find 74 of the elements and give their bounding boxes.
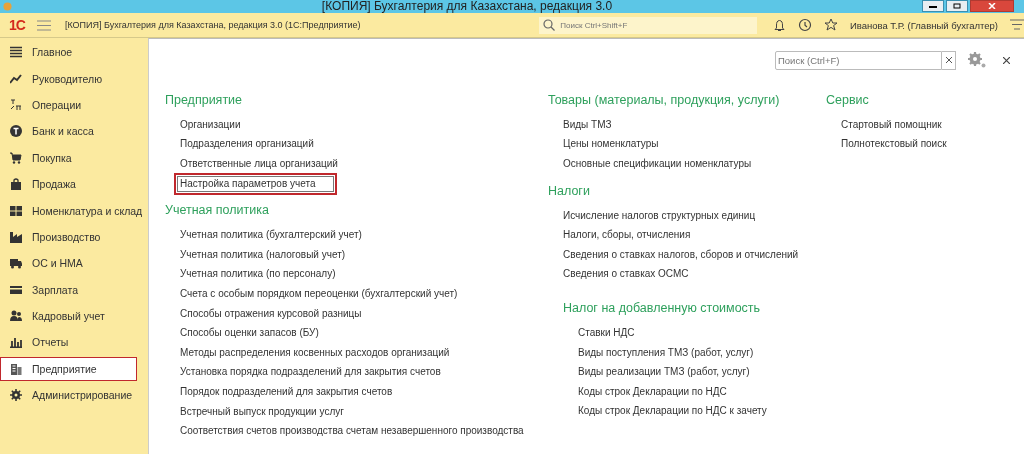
card-icon — [10, 283, 22, 296]
sidebar-item[interactable]: Банк и касса — [0, 119, 148, 144]
menu-link[interactable]: Цены номенклатуры — [557, 133, 681, 156]
section-heading: Товары (материалы, продукция, услуги) — [548, 93, 781, 109]
menu-link[interactable]: Встречный выпуск продукции услуг — [174, 400, 366, 423]
factory-icon — [10, 230, 22, 243]
menu-link[interactable]: Подразделения организаций — [174, 133, 336, 156]
menu-link[interactable]: Виды поступления ТМЗ (работ, услуг) — [572, 341, 776, 364]
menu-link[interactable]: Стартовый помощник — [835, 113, 964, 136]
menu-link[interactable]: Организации — [174, 113, 263, 136]
menu-link[interactable]: Сведения о ставках ОСМС — [557, 263, 711, 286]
truck-icon — [10, 257, 22, 270]
menu-link[interactable]: Исчисление налогов структурных единиц — [557, 204, 778, 227]
star-icon[interactable] — [823, 18, 838, 32]
sidebar-item[interactable]: Продажа — [0, 171, 148, 197]
ledger-icon — [10, 98, 22, 111]
app-title: [КОПИЯ] Бухгалтерия для Казахстана, редакция 3.0 (1С:Предприятие) — [64, 20, 362, 30]
bell-icon[interactable] — [772, 18, 786, 32]
clear-search-button[interactable] — [942, 50, 956, 70]
close-icon[interactable] — [1003, 56, 1010, 64]
sidebar-item[interactable]: Предприятие — [0, 356, 137, 382]
sidebar-item[interactable]: Главное — [0, 40, 148, 65]
menu-link[interactable]: Основные спецификации номенклатуры — [557, 153, 774, 175]
app-logo-icon — [3, 2, 12, 11]
sidebar-item[interactable]: Отчеты — [0, 330, 148, 355]
settings-icon[interactable] — [967, 51, 987, 69]
menu-link[interactable]: Ответственные лица организаций — [174, 153, 360, 175]
menu-link[interactable]: Соответствия счетов производства счетам незавершенного производства — [174, 420, 546, 443]
building-icon — [10, 362, 22, 375]
restore-icon — [953, 3, 961, 9]
list-icon — [10, 46, 22, 59]
grid-icon — [10, 204, 22, 217]
search-icon — [539, 16, 559, 34]
trend-icon — [10, 72, 22, 85]
bag-icon — [10, 178, 22, 191]
section-heading: Учетная политика — [165, 203, 270, 220]
logo: 1С — [9, 17, 25, 33]
sidebar-item[interactable]: Покупка — [0, 145, 148, 170]
people-icon — [10, 310, 22, 323]
sidebar-item[interactable]: Руководителю — [0, 66, 148, 91]
menu-link[interactable]: Способы отражения курсовой разницы — [174, 302, 384, 325]
sidebar-item[interactable]: Кадровый учет — [0, 303, 148, 329]
menu-icon[interactable] — [36, 19, 51, 31]
menu-icon[interactable] — [1010, 19, 1024, 31]
menu-link[interactable]: Ставки НДС — [572, 321, 657, 344]
bar-chart-icon — [10, 336, 22, 349]
menu-link[interactable]: Полнотекстовый поиск — [835, 133, 969, 156]
sidebar-item[interactable]: Производство — [0, 224, 148, 250]
sidebar-item[interactable]: Зарплата — [0, 277, 148, 302]
menu-link[interactable]: Коды строк Декларации по НДС к зачету — [572, 400, 789, 423]
minimize-button[interactable] — [922, 0, 944, 12]
menu-link[interactable]: Виды ТМЗ — [557, 113, 634, 136]
restore-button[interactable] — [946, 0, 968, 12]
sidebar-item[interactable]: Номенклатура и склад — [0, 198, 148, 223]
close-icon — [988, 3, 996, 9]
sidebar-item[interactable]: ОС и НМА — [0, 251, 148, 276]
section-heading: Налог на добавленную стоимость — [563, 301, 762, 318]
user-name[interactable]: Иванова Т.Р. (Главный бухгалтер) — [849, 19, 998, 31]
clear-icon — [945, 57, 952, 63]
gear-icon — [10, 389, 22, 402]
search-field[interactable]: Поиск Ctrl+Shift+F — [558, 16, 757, 34]
section-heading: Предприятие — [165, 93, 244, 109]
section-heading: Сервис — [826, 93, 870, 109]
cart-icon — [10, 151, 22, 164]
close-window-button[interactable] — [970, 0, 1014, 12]
minimize-icon — [929, 4, 937, 8]
section-heading: Налоги — [548, 183, 591, 200]
coin-icon — [10, 125, 22, 138]
window-title: [КОПИЯ] Бухгалтерия для Казахстана, редакция 3.0 — [320, 0, 614, 13]
sidebar-item[interactable]: Операции — [0, 92, 148, 118]
sidebar-item[interactable]: Администрирование — [0, 383, 148, 408]
search-field[interactable]: Поиск (Ctrl+F) — [775, 50, 942, 70]
history-icon[interactable] — [797, 18, 812, 32]
menu-link[interactable]: Настройка параметров учета — [174, 172, 338, 195]
